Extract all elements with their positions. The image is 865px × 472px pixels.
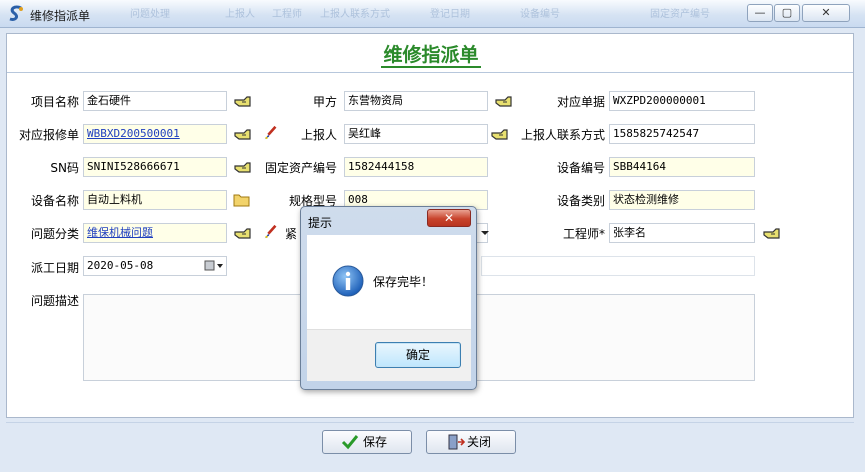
- minimize-button[interactable]: —: [747, 4, 773, 22]
- background-menu-item: 固定资产编号: [650, 9, 710, 20]
- dialog-title: 提示: [308, 216, 333, 230]
- save-button[interactable]: 保存: [322, 430, 412, 454]
- background-menu-item: 问题处理: [130, 9, 170, 20]
- reporter-phone-field[interactable]: 1585825742547: [609, 124, 755, 144]
- form-heading-text: 维修指派单: [381, 44, 481, 68]
- project-name-field[interactable]: 金石硬件: [83, 91, 227, 111]
- window-close-button[interactable]: ✕: [802, 4, 850, 22]
- checkmark-icon: [341, 435, 359, 450]
- dispatch-date-label: 派工日期: [30, 261, 79, 275]
- sn-field[interactable]: SNINI528666671: [83, 157, 227, 177]
- party-a-label: 甲方: [312, 95, 337, 109]
- window-titlebar: 维修指派单 问题处理 上报人 工程师 上报人联系方式 登记日期 设备编号 固定资…: [0, 0, 865, 28]
- issue-category-link[interactable]: 维保机械问题: [83, 223, 227, 243]
- party-a-field[interactable]: 东营物资局: [344, 91, 488, 111]
- reporter-field[interactable]: 吴红峰: [344, 124, 488, 144]
- device-type-label: 设备类别: [556, 194, 605, 208]
- info-icon: [332, 265, 364, 297]
- device-type-field[interactable]: 状态检测维修: [609, 190, 755, 210]
- dialog-body: 保存完毕！: [307, 235, 471, 329]
- dialog-footer: 确定: [307, 329, 471, 381]
- asset-no-label: 固定资产编号: [264, 161, 337, 175]
- message-dialog: 提示 ✕ 保存完毕！ 确定: [300, 206, 477, 390]
- dialog-close-button[interactable]: ✕: [427, 209, 471, 227]
- pointing-hand-icon[interactable]: [491, 127, 509, 143]
- related-doc-field[interactable]: WXZPD200000001: [609, 91, 755, 111]
- chevron-down-icon[interactable]: [477, 224, 493, 242]
- related-doc-label: 对应单据: [556, 95, 605, 109]
- sn-label: SN码: [50, 161, 79, 175]
- engineer-field[interactable]: 张李名: [609, 223, 755, 243]
- device-name-field[interactable]: 自动上料机: [83, 190, 227, 210]
- app-logo-icon: [9, 5, 23, 21]
- divider: [7, 72, 853, 73]
- device-name-label: 设备名称: [30, 194, 79, 208]
- urgency-label: 紧: [284, 227, 297, 241]
- close-button-label: 关闭: [467, 435, 492, 449]
- ok-button[interactable]: 确定: [375, 342, 461, 368]
- pointing-hand-icon[interactable]: [495, 94, 513, 110]
- dialog-message: 保存完毕！: [373, 275, 434, 289]
- background-menu-item: 设备编号: [520, 9, 560, 20]
- device-no-field[interactable]: SBB44164: [609, 157, 755, 177]
- description-label: 问题描述: [30, 294, 79, 308]
- blank-field[interactable]: [481, 256, 755, 276]
- repair-order-label: 对应报修单: [18, 128, 79, 142]
- form-heading: 维修指派单: [7, 40, 855, 68]
- background-menu-item: 登记日期: [430, 9, 470, 20]
- issue-category-label: 问题分类: [30, 227, 79, 241]
- background-menu-item: 工程师: [272, 9, 302, 20]
- exit-door-icon: [448, 434, 465, 450]
- device-no-label: 设备编号: [556, 161, 605, 175]
- reporter-phone-label: 上报人联系方式: [520, 128, 605, 142]
- asset-no-field[interactable]: 1582444158: [344, 157, 488, 177]
- project-name-label: 项目名称: [30, 95, 79, 109]
- window-title: 维修指派单: [30, 9, 91, 23]
- background-menu-item: 上报人联系方式: [320, 9, 390, 20]
- close-button[interactable]: 关闭: [426, 430, 516, 454]
- engineer-label: 工程师*: [562, 227, 605, 241]
- background-menu-item: 上报人: [225, 9, 255, 20]
- bottom-toolbar: 保存 关闭: [6, 422, 854, 460]
- reporter-label: 上报人: [300, 128, 337, 142]
- repair-order-link[interactable]: WBBXD200500001: [83, 124, 227, 144]
- maximize-button[interactable]: ▢: [774, 4, 800, 22]
- save-button-label: 保存: [363, 435, 388, 449]
- pointing-hand-icon[interactable]: [763, 226, 781, 242]
- calendar-dropdown-icon[interactable]: [203, 257, 225, 275]
